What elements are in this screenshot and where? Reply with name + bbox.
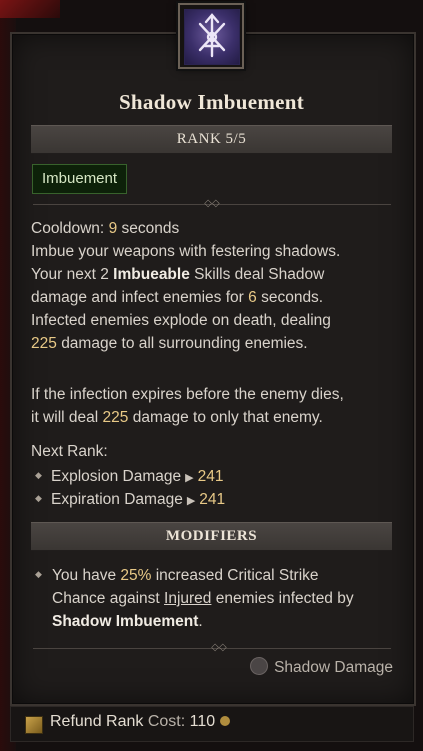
next-rank-item: Explosion Damage ▶ 241 [51, 468, 224, 485]
bullet-icon: ◆ [35, 471, 42, 481]
refund-rank-text: Refund Rank Cost: 110 [50, 713, 231, 731]
skill-tag: Imbuement [32, 164, 128, 194]
skill-icon-frame [178, 3, 244, 69]
skill-title: Shadow Imbuement [118, 90, 305, 114]
next-rank-item: Expiration Damage ▶ 241 [51, 491, 226, 508]
refund-rank-bar[interactable]: Refund Rank Cost: 110 [10, 706, 414, 742]
rank-indicator: RANK 5/5 [31, 125, 392, 154]
arrow-right-icon: ▶ [185, 471, 194, 484]
description-line-3: damage and infect enemies for 6 seconds. [31, 289, 324, 306]
crossed-daggers-icon [184, 9, 240, 65]
modifier-line-3: Shadow Imbuement. [52, 613, 203, 630]
skull-icon [250, 657, 269, 675]
bullet-icon: ◆ [35, 570, 42, 580]
divider-ornament: ◇◇ [211, 642, 227, 653]
refund-icon [25, 716, 43, 734]
background-corner [0, 0, 60, 18]
description-line-1: Imbue your weapons with festering shadow… [31, 243, 341, 260]
modifier-line-2: Chance against Injured enemies infected … [52, 590, 354, 607]
description-line-5: 225 damage to all surrounding enemies. [31, 335, 308, 352]
damage-type: Shadow Damage [250, 657, 393, 677]
description-line-4: Infected enemies explode on death, deali… [31, 312, 331, 329]
divider-ornament: ◇◇ [204, 198, 220, 209]
next-rank-label: Next Rank: [31, 443, 108, 460]
cooldown-line: Cooldown: 9 seconds [31, 220, 180, 237]
injured-keyword[interactable]: Injured [164, 590, 211, 607]
modifiers-header: MODIFIERS [31, 522, 392, 551]
gold-coin-icon [220, 716, 231, 726]
modifier-line-1: You have 25% increased Critical Strike [52, 567, 319, 584]
description-line-6: If the infection expires before the enem… [31, 386, 344, 403]
bullet-icon: ◆ [35, 494, 42, 504]
arrow-right-icon: ▶ [186, 494, 196, 507]
description-line-7: it will deal 225 damage to only that ene… [31, 409, 323, 426]
description-line-2: Your next 2 Imbueable Skills deal Shadow [31, 266, 325, 283]
